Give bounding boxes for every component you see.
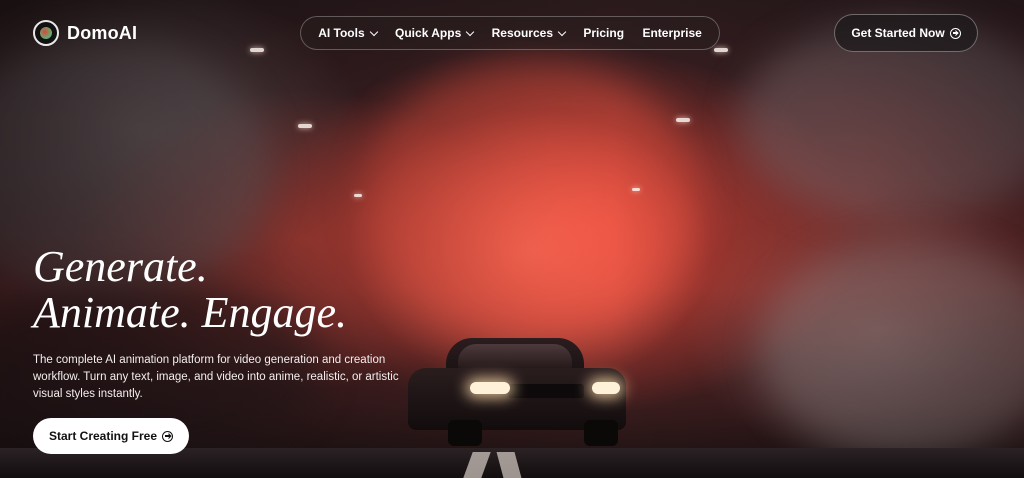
- hero-headline-line-1: Generate.: [33, 242, 208, 291]
- car-headlight: [592, 382, 620, 394]
- car-wheel: [584, 420, 618, 446]
- nav-item-pricing[interactable]: Pricing: [583, 26, 624, 40]
- nav-item-label: Resources: [491, 26, 553, 40]
- nav-item-quick-apps[interactable]: Quick Apps: [395, 26, 475, 40]
- hero-background-image: [0, 0, 1024, 478]
- ceiling-light: [250, 48, 264, 52]
- domoai-logo-icon: [33, 20, 59, 46]
- chevron-down-icon: [557, 27, 567, 36]
- nav-item-resources[interactable]: Resources: [491, 26, 567, 40]
- ceiling-light: [676, 118, 690, 122]
- ceiling-light: [298, 124, 312, 128]
- car-headlight: [470, 382, 510, 394]
- start-creating-label: Start Creating Free: [48, 429, 158, 443]
- car-windshield: [458, 344, 572, 368]
- chevron-down-icon: [466, 27, 475, 36]
- car-grille: [508, 384, 584, 398]
- ceiling-light: [354, 194, 362, 197]
- chevron-down-icon: [369, 27, 378, 36]
- brand-name: DomoAI: [67, 22, 138, 43]
- main-nav: AI Tools Quick Apps Resources Pricing En…: [300, 16, 720, 50]
- nav-item-enterprise[interactable]: Enterprise: [642, 26, 701, 40]
- hero-headline-line-2: Animate. Engage.: [33, 288, 348, 337]
- nav-item-label: Pricing: [583, 26, 625, 40]
- nav-item-label: AI Tools: [318, 26, 365, 40]
- hero-headline: Generate. Animate. Engage.: [33, 244, 347, 336]
- nav-item-label: Enterprise: [642, 26, 702, 40]
- start-creating-button[interactable]: Start Creating Free: [33, 418, 189, 454]
- ceiling-light: [632, 188, 640, 191]
- brand-logo-link[interactable]: DomoAI: [33, 20, 137, 46]
- car-wheel: [448, 420, 482, 446]
- car: [408, 332, 626, 450]
- ceiling-light: [714, 48, 728, 52]
- arrow-circle-right-icon: [949, 27, 961, 39]
- hero-description: The complete AI animation platform for v…: [33, 354, 399, 400]
- arrow-circle-right-icon: [162, 430, 174, 442]
- get-started-label: Get Started Now: [851, 26, 945, 40]
- nav-item-ai-tools[interactable]: AI Tools: [318, 26, 378, 40]
- get-started-button[interactable]: Get Started Now: [834, 14, 978, 52]
- nav-item-label: Quick Apps: [395, 26, 462, 40]
